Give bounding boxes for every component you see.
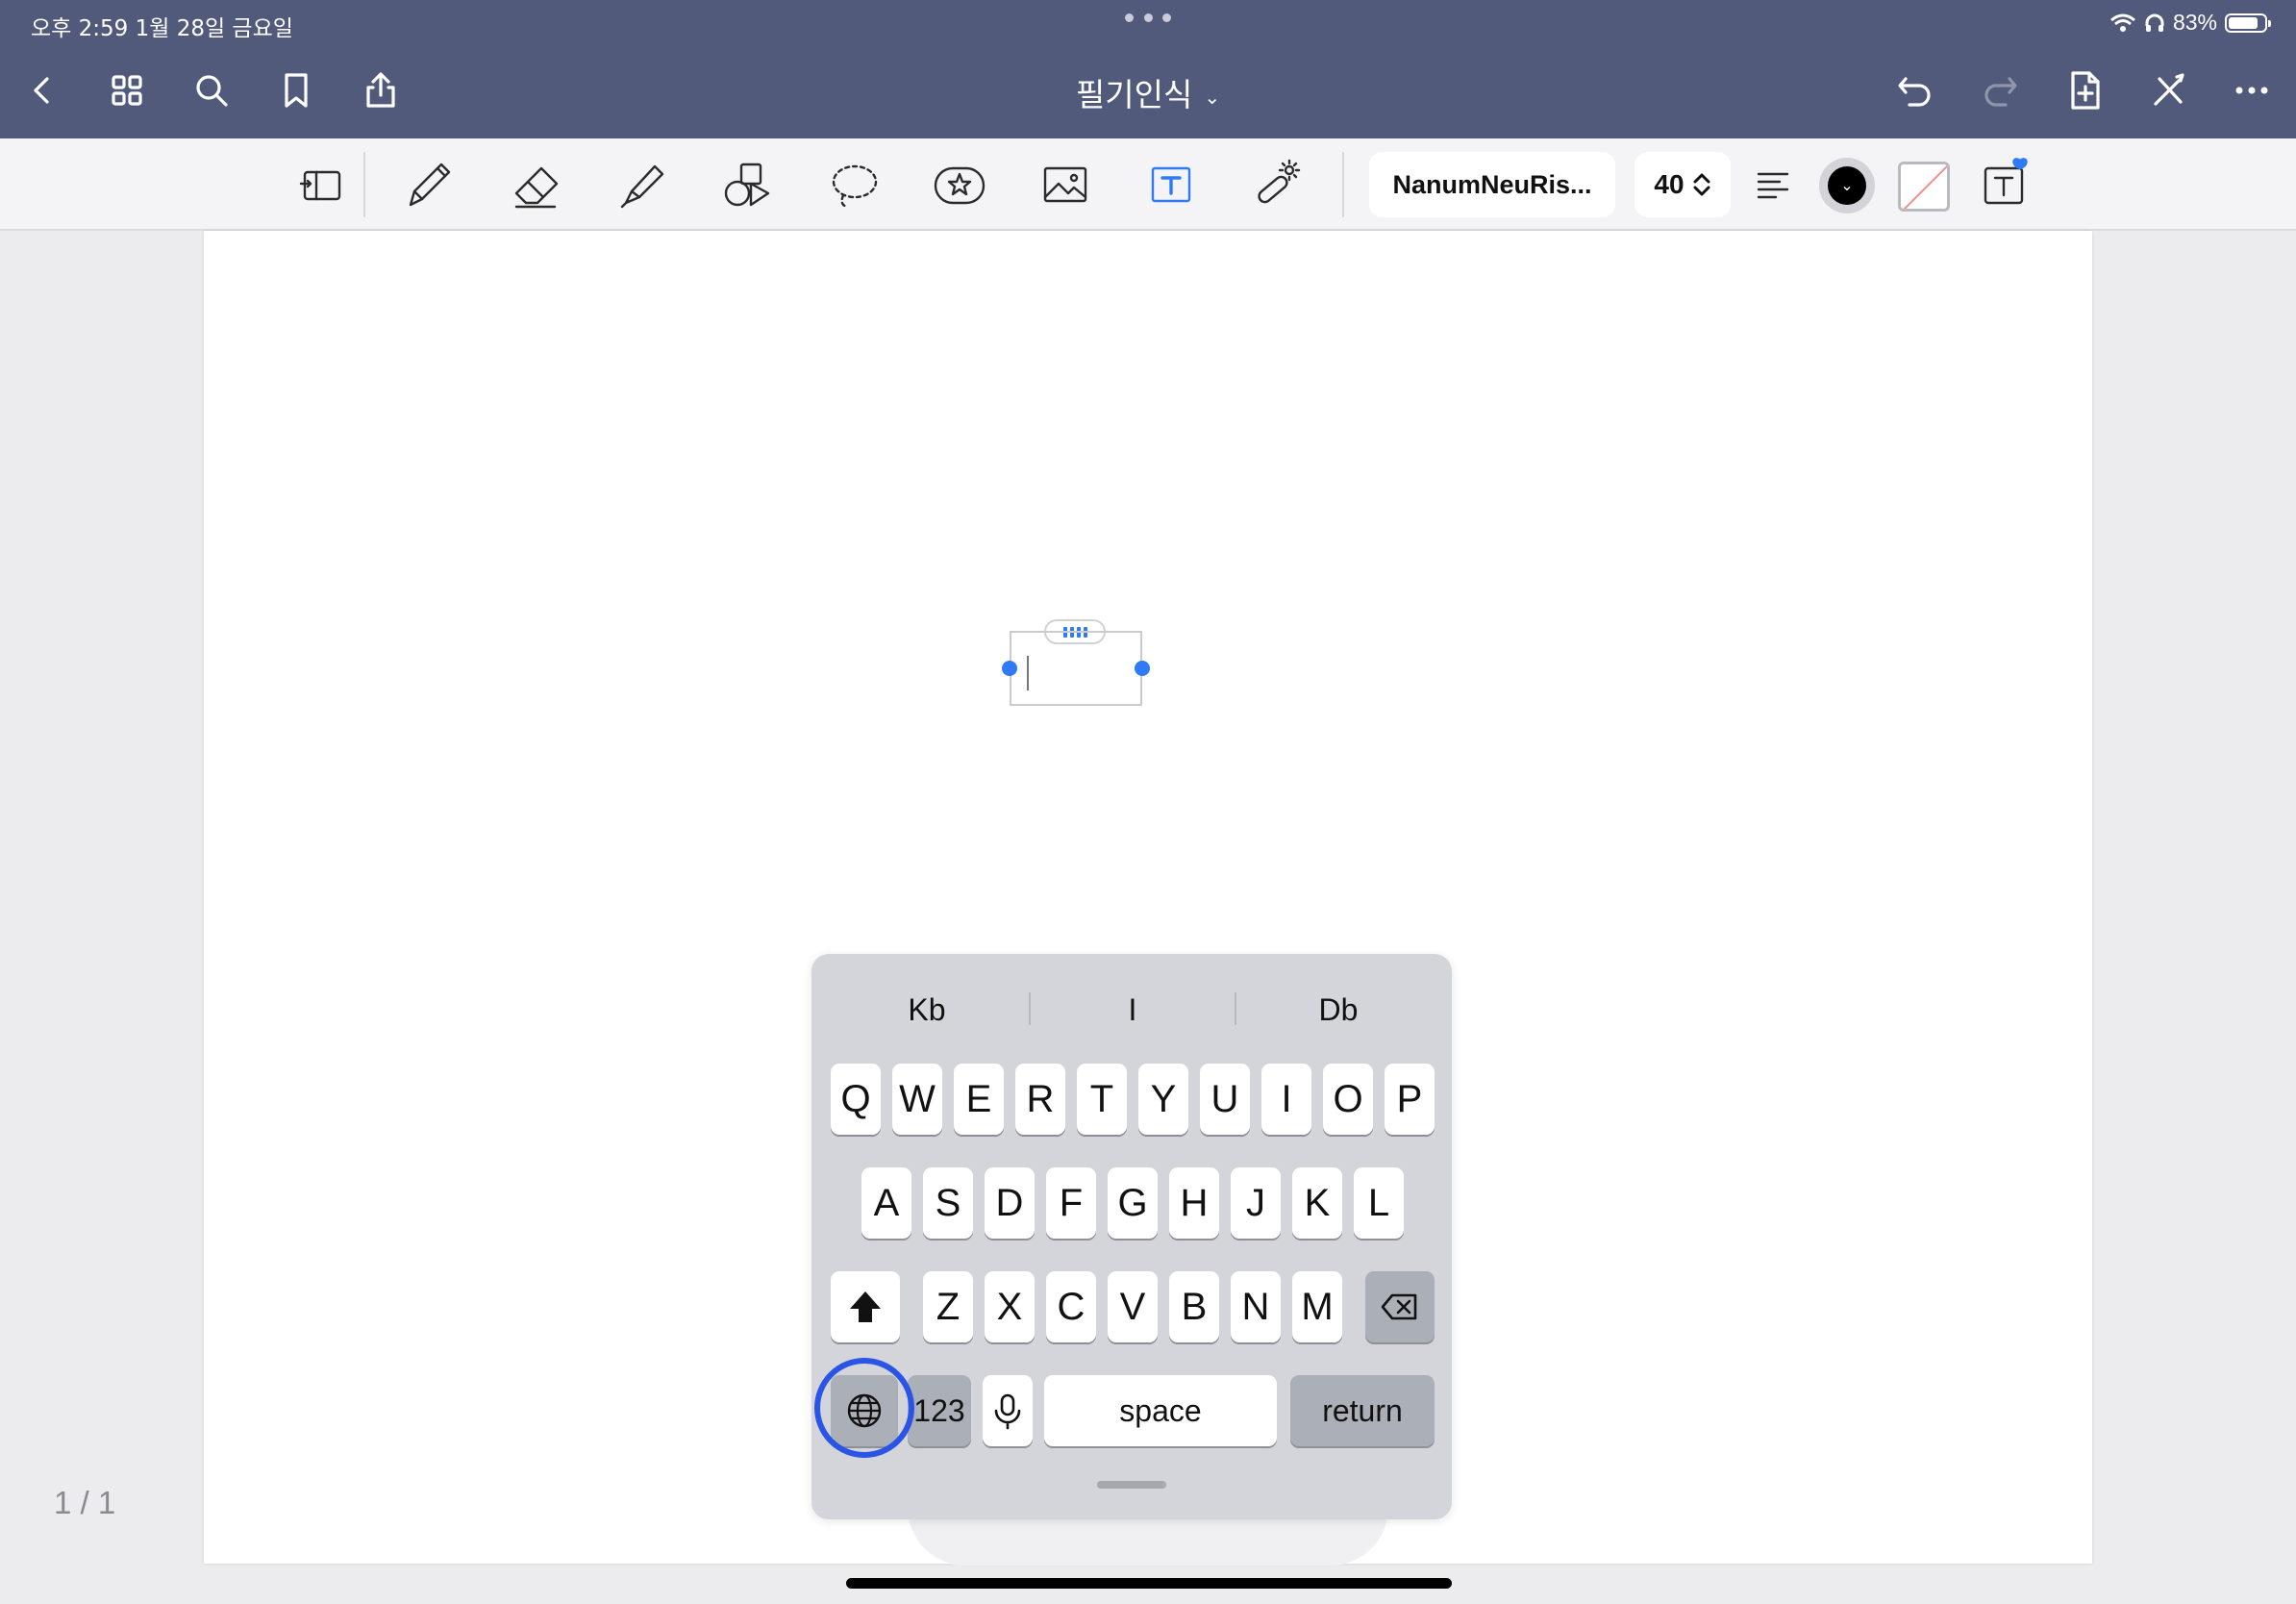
key-l[interactable]: L <box>1354 1167 1404 1239</box>
notebook-title: 필기인식 ⌄ <box>0 69 2296 115</box>
key-n[interactable]: N <box>1231 1271 1281 1342</box>
floating-keyboard: Kb I Db Q W E R T Y U I O P A S D F G H … <box>811 954 1452 1519</box>
suggestion-3[interactable]: Db <box>1242 992 1435 1028</box>
top-bar: 오후 2:59 1월 28일 금요일 83% 필기인식 ⌄ <box>0 0 2296 138</box>
key-j[interactable]: J <box>1231 1167 1281 1239</box>
text-align-icon[interactable] <box>1738 152 1808 217</box>
space-key[interactable]: space <box>1044 1375 1277 1446</box>
updown-chevron-icon <box>1693 173 1710 196</box>
key-q[interactable]: Q <box>831 1064 881 1135</box>
suggestion-1[interactable]: Kb <box>831 992 1023 1028</box>
font-size-value: 40 <box>1654 169 1685 199</box>
pen-tool-icon[interactable] <box>394 152 463 217</box>
text-color-button[interactable]: ⌄ <box>1819 158 1875 213</box>
undo-icon[interactable] <box>1892 67 1938 113</box>
key-z[interactable]: Z <box>923 1271 973 1342</box>
lasso-tool-icon[interactable] <box>819 152 888 217</box>
shift-key[interactable] <box>831 1271 900 1342</box>
backspace-icon <box>1381 1293 1417 1320</box>
font-family-button[interactable]: NanumNeuRis... <box>1369 152 1615 217</box>
battery-icon <box>2225 13 2271 33</box>
more-icon[interactable] <box>2229 67 2275 113</box>
grid-icon[interactable] <box>104 67 150 113</box>
key-o[interactable]: O <box>1323 1064 1373 1135</box>
status-right: 83% <box>2109 10 2271 36</box>
key-x[interactable]: X <box>985 1271 1035 1342</box>
return-key[interactable]: return <box>1290 1375 1435 1446</box>
tool-toolbar: NanumNeuRis... 40 ⌄ <box>0 138 2296 231</box>
globe-icon <box>847 1393 882 1428</box>
fill-color-button[interactable] <box>1898 162 1950 212</box>
text-box-input[interactable] <box>1010 631 1142 706</box>
globe-key[interactable] <box>831 1375 898 1446</box>
page-counter: 1 / 1 <box>54 1485 116 1520</box>
shift-arrow-icon <box>850 1291 881 1322</box>
key-c[interactable]: C <box>1046 1271 1096 1342</box>
textbox-resize-handle-right[interactable] <box>1135 661 1150 676</box>
close-tools-icon[interactable] <box>2146 67 2192 113</box>
title-text: 필기인식 <box>1075 76 1193 113</box>
status-time: 오후 2:59 1월 28일 금요일 <box>31 16 293 41</box>
highlighter-tool-icon[interactable] <box>608 152 677 217</box>
dictation-key[interactable] <box>983 1375 1033 1446</box>
image-tool-icon[interactable] <box>1031 152 1100 217</box>
key-g[interactable]: G <box>1108 1167 1158 1239</box>
redo-icon[interactable] <box>1977 67 2023 113</box>
keyboard-drag-handle[interactable] <box>1097 1481 1166 1489</box>
text-tool-icon[interactable] <box>1136 152 1206 217</box>
key-p[interactable]: P <box>1385 1064 1435 1135</box>
microphone-icon <box>994 1393 1021 1430</box>
chevron-down-icon: ⌄ <box>1204 85 1221 109</box>
sticker-tool-icon[interactable] <box>925 152 994 217</box>
key-v[interactable]: V <box>1108 1271 1158 1342</box>
battery-percent: 83% <box>2172 10 2217 35</box>
numbers-key[interactable]: 123 <box>908 1375 971 1446</box>
key-r[interactable]: R <box>1015 1064 1065 1135</box>
add-page-icon[interactable] <box>2061 67 2108 113</box>
key-y[interactable]: Y <box>1138 1064 1188 1135</box>
key-i[interactable]: I <box>1261 1064 1311 1135</box>
font-size-stepper[interactable]: 40 <box>1635 152 1731 217</box>
key-e[interactable]: E <box>954 1064 1004 1135</box>
chevron-down-icon: ⌄ <box>1828 166 1866 205</box>
suggestion-2[interactable]: I <box>1036 992 1229 1028</box>
text-style-icon[interactable] <box>1969 152 2038 217</box>
key-s[interactable]: S <box>923 1167 973 1239</box>
share-icon[interactable] <box>358 67 404 113</box>
key-m[interactable]: M <box>1292 1271 1342 1342</box>
key-w[interactable]: W <box>892 1064 942 1135</box>
key-d[interactable]: D <box>985 1167 1035 1239</box>
key-t[interactable]: T <box>1077 1064 1127 1135</box>
laser-pointer-icon[interactable] <box>1242 152 1311 217</box>
key-a[interactable]: A <box>861 1167 911 1239</box>
suggestion-bar: Kb I Db <box>811 954 1452 1065</box>
eraser-tool-icon[interactable] <box>502 152 571 217</box>
key-u[interactable]: U <box>1200 1064 1250 1135</box>
key-h[interactable]: H <box>1169 1167 1219 1239</box>
key-b[interactable]: B <box>1169 1271 1219 1342</box>
shapes-tool-icon[interactable] <box>713 152 783 217</box>
wifi-icon <box>2109 13 2135 32</box>
textbox-resize-handle-left[interactable] <box>1002 661 1017 676</box>
home-indicator[interactable] <box>846 1578 1452 1589</box>
delete-key[interactable] <box>1365 1271 1435 1342</box>
toolbar-toggle-icon[interactable] <box>287 152 356 217</box>
key-f[interactable]: F <box>1046 1167 1096 1239</box>
search-icon[interactable] <box>188 67 235 113</box>
back-chevron-icon[interactable] <box>19 67 65 113</box>
bookmark-icon[interactable] <box>273 67 319 113</box>
key-k[interactable]: K <box>1292 1167 1342 1239</box>
notebook-title-button[interactable]: 필기인식 ⌄ <box>1076 76 1220 113</box>
headphones-icon <box>2145 13 2164 32</box>
text-caret <box>1027 656 1029 690</box>
multitasking-dots[interactable] <box>1125 13 1171 22</box>
